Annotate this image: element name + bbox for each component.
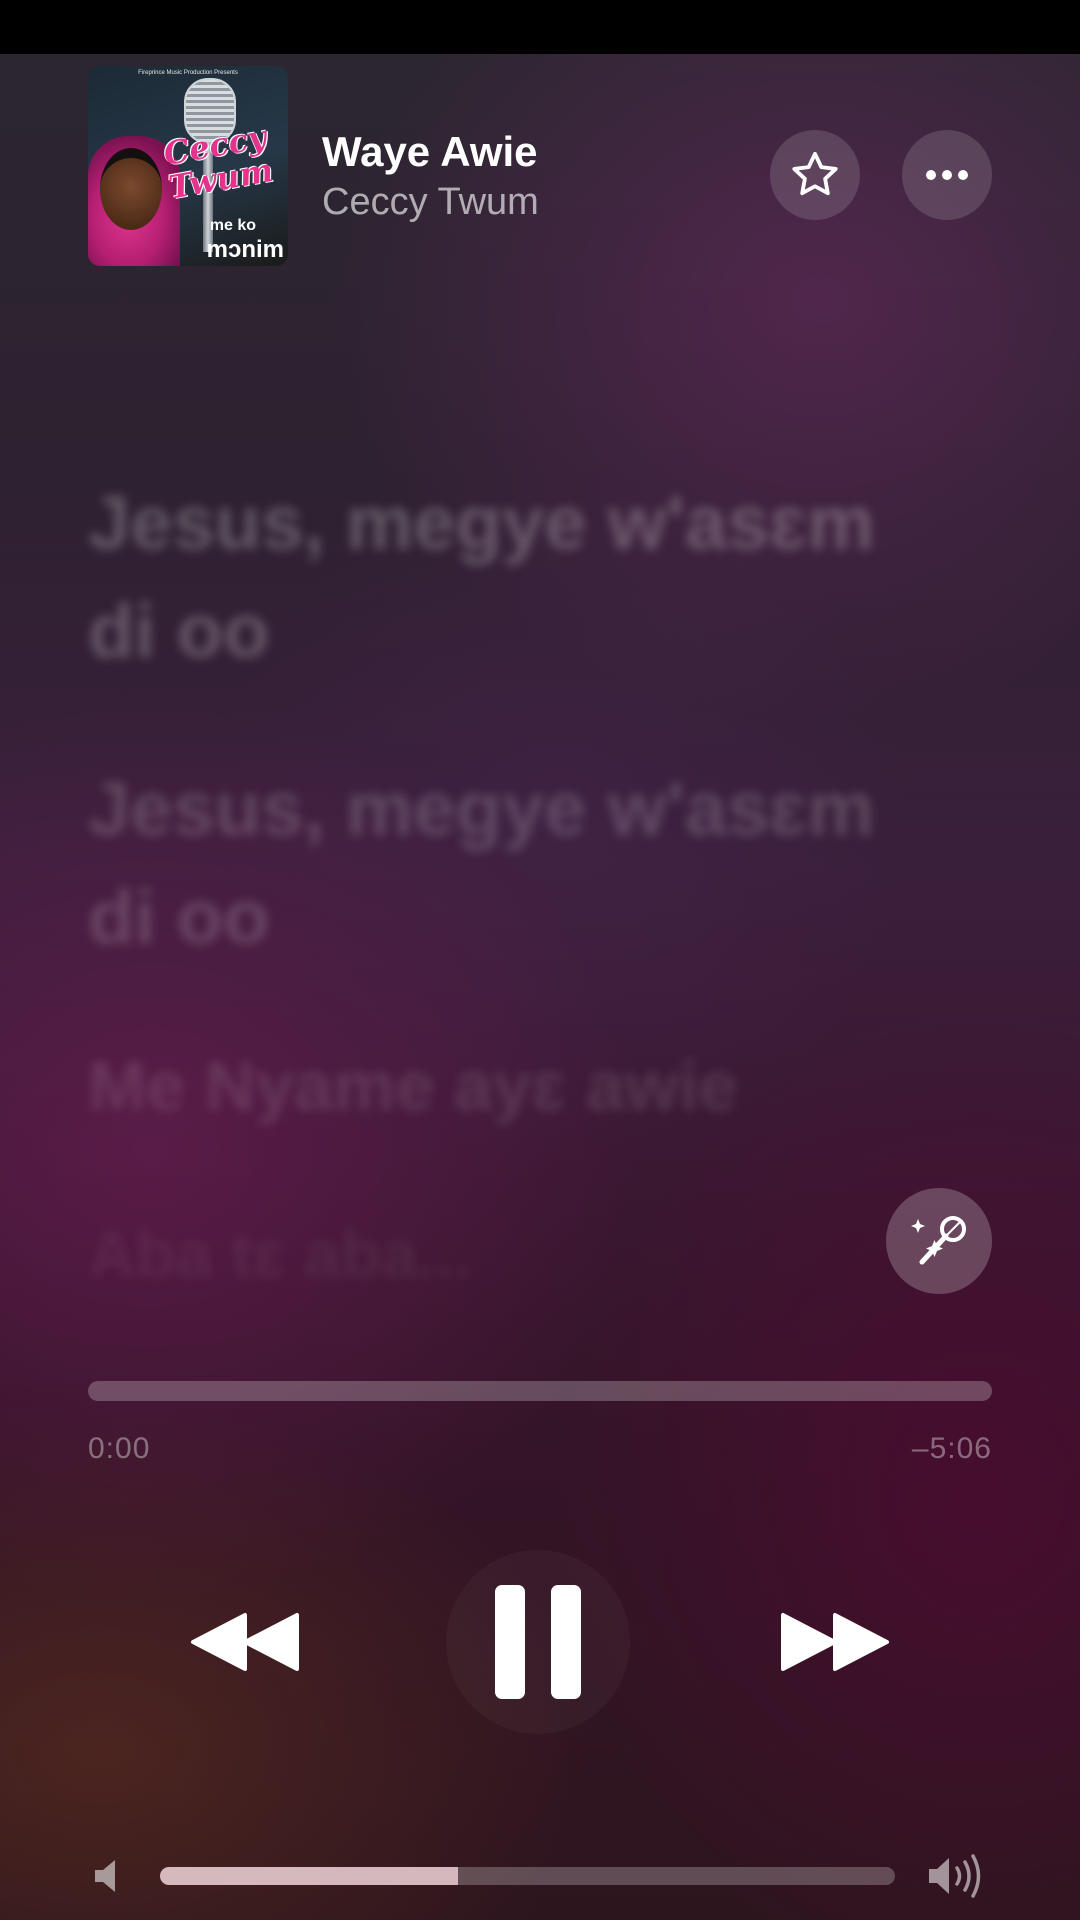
pause-icon xyxy=(495,1585,581,1699)
artwork-subtitle-main: mɔnim xyxy=(206,236,284,263)
status-bar xyxy=(0,0,1080,54)
sing-button[interactable] xyxy=(886,1188,992,1294)
now-playing-header: Fireprince Music Production Presents Cec… xyxy=(88,66,992,266)
lyric-line[interactable]: Jesus, megye w'asɛm di oo xyxy=(88,470,948,686)
volume-slider[interactable] xyxy=(160,1867,895,1885)
rewind-icon xyxy=(191,1613,299,1671)
artwork-subtitle-small: me ko xyxy=(209,217,256,234)
lyric-line[interactable]: Jesus, megye w'asɛm di oo xyxy=(88,756,948,972)
album-artwork[interactable]: Fireprince Music Production Presents Cec… xyxy=(88,66,288,266)
microphone-sparkle-icon xyxy=(911,1216,966,1265)
star-icon xyxy=(792,151,838,196)
lyric-line[interactable]: Aba tɛ aba... xyxy=(88,1200,948,1308)
lyric-line[interactable]: Me Nyame ayɛ awie xyxy=(88,1032,948,1140)
lyrics-view[interactable]: Jesus, megye w'asɛm di oo Jesus, megye w… xyxy=(88,470,948,1378)
more-options-button[interactable] xyxy=(902,130,992,220)
pause-button[interactable] xyxy=(446,1550,630,1734)
playback-progress-bar[interactable] xyxy=(88,1381,992,1401)
rewind-button[interactable] xyxy=(180,1590,310,1694)
fast-forward-button[interactable] xyxy=(770,1590,900,1694)
speaker-high-icon[interactable] xyxy=(926,1852,984,1900)
time-remaining: –5:06 xyxy=(911,1432,992,1465)
speaker-low-icon[interactable] xyxy=(92,1856,128,1896)
favorite-button[interactable] xyxy=(770,130,860,220)
fast-forward-icon xyxy=(781,1613,889,1671)
artwork-title: Ceccy Twum xyxy=(160,117,276,207)
artwork-top-text: Fireprince Music Production Presents xyxy=(138,70,238,76)
volume-slider-fill xyxy=(160,1867,458,1885)
track-artist[interactable]: Ceccy Twum xyxy=(322,178,539,226)
artwork-subtitle: me ko mɔnim xyxy=(207,214,284,262)
time-elapsed: 0:00 xyxy=(88,1432,151,1465)
track-title[interactable]: Waye Awie xyxy=(322,126,538,178)
ellipsis-icon xyxy=(926,170,968,180)
